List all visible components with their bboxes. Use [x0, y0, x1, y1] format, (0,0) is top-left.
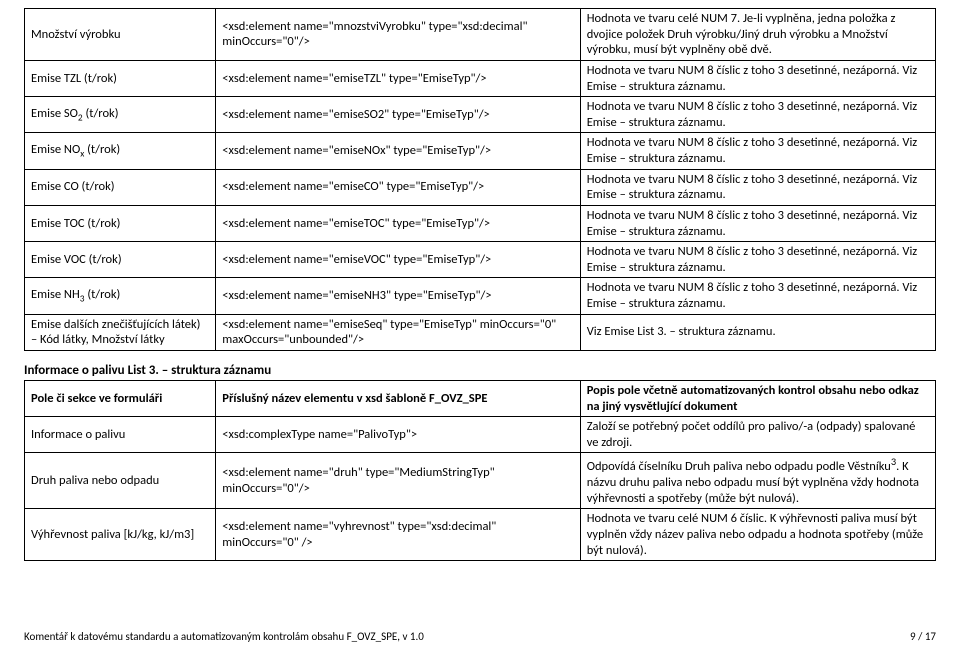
column-header-field: Pole či sekce ve formuláři — [25, 380, 216, 416]
table-row: Výhřevnost paliva [kJ/kg, kJ/m3] <xsd:el… — [25, 509, 936, 561]
table-row: Emise TOC (t/rok) <xsd:element name="emi… — [25, 205, 936, 241]
description-cell: Hodnota ve tvaru NUM 8 číslic z toho 3 d… — [580, 97, 935, 133]
field-label-cell: Emise TOC (t/rok) — [25, 205, 216, 241]
field-label-cell: Množství výrobku — [25, 9, 216, 61]
column-header-description: Popis pole včetně automatizovaných kontr… — [580, 380, 935, 416]
description-cell: Odpovídá číselníku Druh paliva nebo odpa… — [580, 453, 935, 509]
table-row: Množství výrobku <xsd:element name="mnoz… — [25, 9, 936, 61]
xsd-cell: <xsd:element name="emiseTOC" type="Emise… — [216, 205, 580, 241]
description-cell: Hodnota ve tvaru NUM 8 číslic z toho 3 d… — [580, 60, 935, 96]
section-heading-info-palivo: Informace o palivu List 3. – struktura z… — [24, 363, 936, 378]
table-row: Druh paliva nebo odpadu <xsd:element nam… — [25, 453, 936, 509]
xsd-cell: <xsd:element name="emiseSeq" type="Emise… — [216, 314, 580, 350]
page-footer: Komentář k datovému standardu a automati… — [24, 630, 936, 643]
schema-table-1: Množství výrobku <xsd:element name="mnoz… — [24, 8, 936, 351]
table-row: Emise CO (t/rok) <xsd:element name="emis… — [25, 169, 936, 205]
description-cell: Hodnota ve tvaru NUM 8 číslic z toho 3 d… — [580, 169, 935, 205]
description-cell: Hodnota ve tvaru celé NUM 6 číslic. K vý… — [580, 509, 935, 561]
xsd-cell: <xsd:element name="emiseVOC" type="Emise… — [216, 242, 580, 278]
xsd-cell: <xsd:element name="druh" type="MediumStr… — [216, 453, 580, 509]
xsd-cell: <xsd:element name="vyhrevnost" type="xsd… — [216, 509, 580, 561]
field-label-cell: Emise NH3 (t/rok) — [25, 278, 216, 314]
footer-left-text: Komentář k datovému standardu a automati… — [24, 630, 424, 643]
table-header-row: Pole či sekce ve formuláři Příslušný náz… — [25, 380, 936, 416]
footer-page-number: 9 / 17 — [910, 630, 936, 643]
description-cell: Hodnota ve tvaru NUM 8 číslic z toho 3 d… — [580, 133, 935, 169]
field-label-cell: Výhřevnost paliva [kJ/kg, kJ/m3] — [25, 509, 216, 561]
xsd-cell: <xsd:complexType name="PalivoTyp"> — [216, 417, 580, 453]
table-row: Emise NH3 (t/rok) <xsd:element name="emi… — [25, 278, 936, 314]
table-row: Emise NOx (t/rok) <xsd:element name="emi… — [25, 133, 936, 169]
description-cell: Hodnota ve tvaru NUM 8 číslic z toho 3 d… — [580, 205, 935, 241]
xsd-cell: <xsd:element name="emiseSO2" type="Emise… — [216, 97, 580, 133]
table-row: Emise SO2 (t/rok) <xsd:element name="emi… — [25, 97, 936, 133]
field-label-cell: Emise SO2 (t/rok) — [25, 97, 216, 133]
field-label-cell: Informace o palivu — [25, 417, 216, 453]
table-row: Informace o palivu <xsd:complexType name… — [25, 417, 936, 453]
table-row: Emise VOC (t/rok) <xsd:element name="emi… — [25, 242, 936, 278]
field-label-cell: Emise dalších znečišťujících látek) – Kó… — [25, 314, 216, 350]
description-cell: Viz Emise List 3. – struktura záznamu. — [580, 314, 935, 350]
field-label-cell: Emise NOx (t/rok) — [25, 133, 216, 169]
column-header-xsd: Příslušný název elementu v xsd šabloně F… — [216, 380, 580, 416]
description-cell: Založí se potřebný počet oddílů pro pali… — [580, 417, 935, 453]
xsd-cell: <xsd:element name="emiseCO" type="EmiseT… — [216, 169, 580, 205]
xsd-cell: <xsd:element name="mnozstviVyrobku" type… — [216, 9, 580, 61]
xsd-cell: <xsd:element name="emiseTZL" type="Emise… — [216, 60, 580, 96]
description-cell: Hodnota ve tvaru celé NUM 7. Je-li vypln… — [580, 9, 935, 61]
field-label-cell: Emise CO (t/rok) — [25, 169, 216, 205]
field-label-cell: Emise VOC (t/rok) — [25, 242, 216, 278]
field-label-cell: Emise TZL (t/rok) — [25, 60, 216, 96]
field-label-cell: Druh paliva nebo odpadu — [25, 453, 216, 509]
xsd-cell: <xsd:element name="emiseNOx" type="Emise… — [216, 133, 580, 169]
description-cell: Hodnota ve tvaru NUM 8 číslic z toho 3 d… — [580, 242, 935, 278]
description-cell: Hodnota ve tvaru NUM 8 číslic z toho 3 d… — [580, 278, 935, 314]
table-row: Emise TZL (t/rok) <xsd:element name="emi… — [25, 60, 936, 96]
schema-table-2: Pole či sekce ve formuláři Příslušný náz… — [24, 380, 936, 561]
table-row: Emise dalších znečišťujících látek) – Kó… — [25, 314, 936, 350]
xsd-cell: <xsd:element name="emiseNH3" type="Emise… — [216, 278, 580, 314]
